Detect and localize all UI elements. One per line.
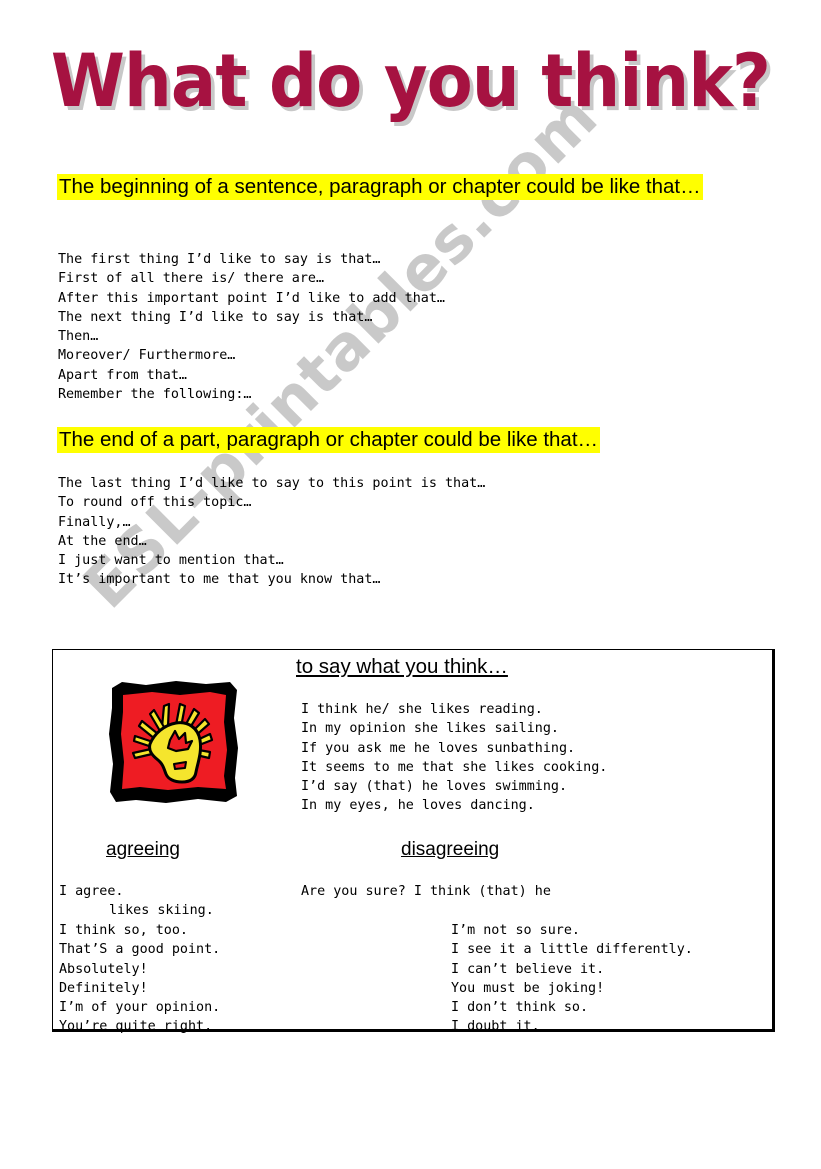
phrase-line: Apart from that… bbox=[58, 367, 187, 383]
phrase-line: You must be joking! bbox=[451, 980, 605, 996]
heading-beginning-highlight: The beginning of a sentence, paragraph o… bbox=[57, 174, 703, 200]
agreeing-phrase-list: I think so, too. That’S a good point. Abso… bbox=[59, 921, 220, 1037]
phrase-line: In my eyes, he loves dancing. bbox=[301, 798, 535, 814]
phrase-line: I’m of your opinion. bbox=[59, 1000, 221, 1016]
phrase-line: I think he/ she likes reading. bbox=[301, 702, 543, 717]
thinking-head-clipart bbox=[109, 681, 238, 803]
phrase-line: I just want to mention that… bbox=[58, 553, 284, 569]
phrase-line: After this important point I’d like to a… bbox=[58, 290, 445, 306]
phrase-line: I see it a little differently. bbox=[451, 942, 693, 958]
phrase-line: At the end… bbox=[58, 533, 147, 549]
phrase-line: The last thing I’d like to say to this p… bbox=[58, 476, 486, 491]
beginning-phrase-list: The first thing I’d like to say is that…… bbox=[58, 250, 445, 404]
phrase-line: The first thing I’d like to say is that… bbox=[58, 252, 381, 267]
phrase-line: I doubt it. bbox=[451, 1019, 540, 1035]
disagreeing-first-phrase: Are you sure? I think (that) he likes ski… bbox=[109, 882, 761, 921]
phrase-line: To round off this topic… bbox=[58, 495, 252, 511]
phrase-line: I don’t think so. bbox=[451, 1000, 589, 1016]
disagreeing-first-line1: Are you sure? I think (that) he bbox=[301, 884, 551, 899]
phrase-line: Finally,… bbox=[58, 514, 131, 530]
phrase-line: I’d say (that) he loves swimming. bbox=[301, 779, 568, 795]
phrase-line: Definitely! bbox=[59, 980, 148, 996]
phrase-line: I can’t believe it. bbox=[451, 961, 605, 977]
disagreeing-phrase-list: I’m not so sure. I see it a little differ… bbox=[451, 921, 693, 1037]
phrase-line: You’re quite right. bbox=[59, 1019, 213, 1035]
agreeing-first-phrase: I agree. bbox=[59, 884, 124, 899]
end-phrase-list: The last thing I’d like to say to this p… bbox=[58, 474, 485, 590]
phrase-line: Remember the following:… bbox=[58, 387, 252, 403]
subheading-disagreeing: disagreeing bbox=[401, 839, 500, 860]
phrase-line: First of all there is/ there are… bbox=[58, 271, 325, 287]
heading-beginning-section: The beginning of a sentence, paragraph o… bbox=[57, 174, 729, 200]
heading-end-highlight: The end of a part, paragraph or chapter … bbox=[57, 427, 601, 453]
opinion-phrase-list: I think he/ she likes reading. In my opin… bbox=[301, 700, 607, 816]
worksheet-page: What do you think? The beginning of a se… bbox=[0, 0, 821, 1169]
opinion-box: to say what you think… I think he/ she l… bbox=[52, 649, 775, 1034]
phrase-line: I’m not so sure. bbox=[451, 923, 580, 938]
phrase-line: The next thing I’d like to say is that… bbox=[58, 309, 373, 325]
opinion-box-heading: to say what you think… bbox=[296, 655, 508, 678]
subheading-agreeing: agreeing bbox=[106, 839, 180, 860]
phrase-line: It seems to me that she likes cooking. bbox=[301, 759, 608, 775]
phrase-line: If you ask me he loves sunbathing. bbox=[301, 740, 576, 756]
page-title: What do you think? bbox=[50, 39, 771, 124]
phrase-line: Then… bbox=[58, 329, 99, 345]
phrase-line: Absolutely! bbox=[59, 961, 148, 977]
heading-end-section: The end of a part, paragraph or chapter … bbox=[57, 427, 757, 453]
phrase-line: That’S a good point. bbox=[59, 942, 221, 958]
phrase-line: Moreover/ Furthermore… bbox=[58, 348, 236, 364]
phrase-line: I think so, too. bbox=[59, 923, 188, 938]
phrase-line: In my opinion she likes sailing. bbox=[301, 721, 559, 737]
phrase-line: It’s important to me that you know that… bbox=[58, 572, 381, 588]
disagreeing-first-line2: likes skiing. bbox=[109, 903, 214, 919]
